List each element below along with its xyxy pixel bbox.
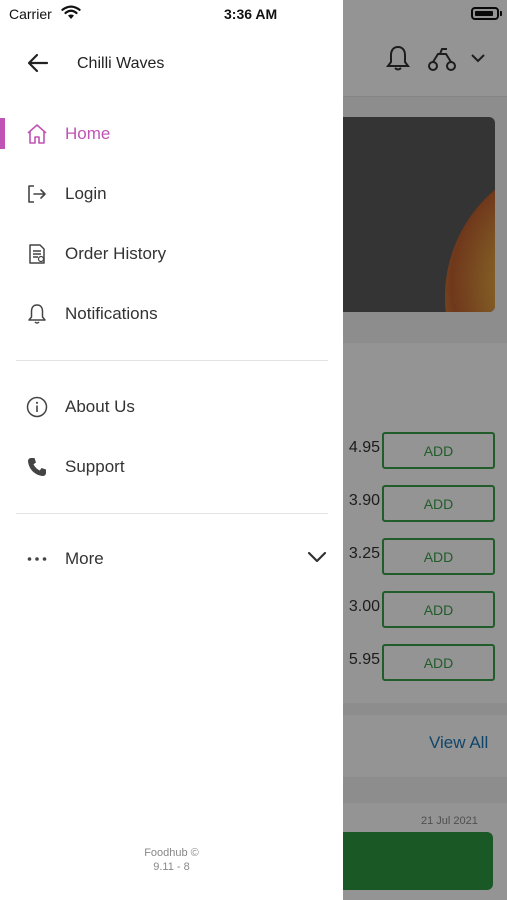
drawer-header: Chilli Waves [0,40,343,88]
status-time: 3:36 AM [224,6,278,22]
menu-item-label: Support [65,457,125,476]
menu-item-order-history[interactable]: Order History [0,233,343,281]
navigation-drawer: Chilli Waves Home Login Order History No… [0,0,343,900]
status-carrier: Carrier [9,6,52,22]
active-indicator [0,118,5,149]
menu-item-notifications[interactable]: Notifications [0,293,343,341]
footer-brand: Foodhub © [144,847,199,859]
more-dots-icon [27,557,47,561]
footer-version: 9.11 - 8 [153,861,190,873]
drawer-title: Chilli Waves [77,55,165,72]
menu-item-label: Login [65,184,107,203]
info-icon [26,396,48,418]
back-arrow-icon[interactable] [27,52,49,74]
menu-item-about-us[interactable]: About Us [0,386,343,434]
wifi-icon [61,5,81,19]
login-icon [28,185,46,203]
phone-icon [28,458,46,476]
menu-item-home[interactable]: Home [0,113,343,161]
receipt-icon [29,244,45,264]
menu-divider [16,513,328,514]
menu-item-label: More [65,549,104,568]
menu-item-label: Order History [65,244,167,263]
home-icon [27,124,47,144]
bell-icon [28,304,46,324]
menu-item-more[interactable]: More [0,538,343,586]
menu-item-support[interactable]: Support [0,446,343,494]
menu-divider [16,360,328,361]
menu-item-login[interactable]: Login [0,173,343,221]
chevron-down-icon[interactable] [307,550,327,564]
menu-item-label: Home [65,124,111,143]
menu-item-label: Notifications [65,304,158,323]
drawer-footer: Foodhub © 9.11 - 8 [0,846,343,874]
menu-item-label: About Us [65,397,135,416]
